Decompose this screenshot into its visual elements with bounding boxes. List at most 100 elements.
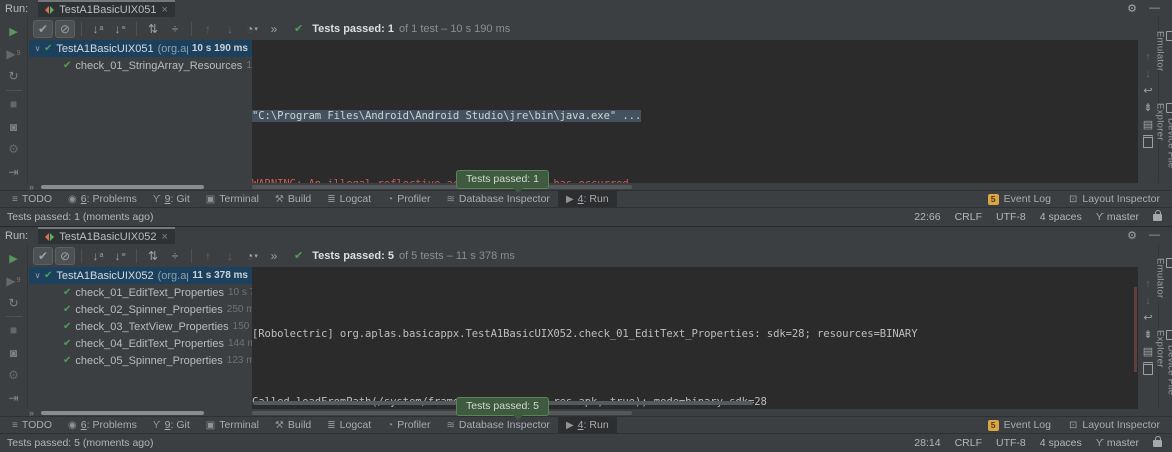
minimize-icon[interactable]: — [1149, 2, 1160, 15]
run-tab[interactable]: TestA1BasicUIX052 × [38, 227, 175, 244]
test-tree-root[interactable]: ∨ ✔ TestA1BasicUIX051 (org.aplas.basica … [29, 40, 252, 57]
test-history-icon[interactable]: ◔▾ [242, 247, 262, 265]
camera-icon[interactable]: ◙ [0, 342, 27, 364]
test-tree-item[interactable]: ✔ check_01_EditText_Properties 10 s 711 … [29, 284, 252, 301]
toolwindow-button[interactable]: ≋ Database Inspector [438, 191, 557, 207]
close-tab-icon[interactable]: × [161, 4, 167, 16]
event-log-button[interactable]: 5 Event Log [988, 419, 1051, 431]
emulator-toolwindow-button[interactable]: Emulator [1155, 31, 1172, 73]
toolwindow-button[interactable]: ◔ Profiler [379, 417, 438, 433]
expand-all-icon[interactable]: ⇅ [143, 20, 163, 38]
test-history-icon[interactable]: ◔▾ [242, 20, 262, 38]
git-branch-widget[interactable]: ϒmaster [1096, 211, 1139, 223]
toggle-auto-test-icon[interactable]: ↻ [0, 65, 27, 88]
stop-icon[interactable]: ■ [0, 93, 27, 116]
clear-console-icon[interactable] [1143, 133, 1153, 150]
test-settings-icon[interactable]: ⚙ [0, 364, 27, 386]
scroll-to-end-icon[interactable]: ⇟ [1143, 326, 1152, 343]
console-horizontal-scrollbar[interactable] [252, 185, 632, 189]
show-passed-icon[interactable]: ✔ [33, 20, 53, 38]
toolwindow-button[interactable]: ▶ 4 Run [558, 191, 617, 207]
toolwindow-button[interactable]: ◉ 6 Problems [60, 191, 145, 207]
sort-alphabetically-icon[interactable]: ↓a [88, 20, 108, 38]
rerun-icon[interactable]: ▶ [0, 20, 27, 43]
lock-icon[interactable] [1153, 440, 1162, 447]
toolwindow-button[interactable]: ≡ TODO [4, 191, 60, 207]
gear-icon[interactable]: ⚙ [1127, 229, 1137, 242]
next-occurrence-icon[interactable]: ↓ [220, 247, 240, 265]
toolwindow-button[interactable]: ▣ Terminal [198, 417, 267, 433]
test-settings-icon[interactable]: ⚙ [0, 138, 27, 161]
next-occurrence-icon[interactable]: ↓ [220, 20, 240, 38]
scroll-to-end-icon[interactable]: ⇟ [1143, 99, 1152, 116]
console-horizontal-scrollbar[interactable] [252, 411, 632, 415]
previous-occurrence-icon[interactable]: ↑ [198, 20, 218, 38]
device-file-explorer-toolwindow-button[interactable]: Device File Explorer [1155, 103, 1172, 183]
line-ending-indicator[interactable]: CRLF [955, 211, 982, 223]
git-branch-widget[interactable]: ϒmaster [1096, 437, 1139, 449]
toolwindow-button[interactable]: ≣ Logcat [319, 417, 379, 433]
encoding-indicator[interactable]: UTF-8 [996, 437, 1026, 449]
minimize-icon[interactable]: — [1149, 229, 1160, 242]
expand-all-icon[interactable]: ⇅ [143, 247, 163, 265]
toolwindow-button[interactable]: ϒ 9 Git [145, 191, 198, 207]
collapse-all-icon[interactable]: ÷ [165, 247, 185, 265]
console-vertical-scrollbar[interactable] [1134, 287, 1137, 372]
down-arrow-icon[interactable]: ↓ [1145, 292, 1151, 309]
chevron-down-icon[interactable]: ∨ [31, 271, 44, 280]
show-passed-icon[interactable]: ✔ [33, 247, 53, 265]
lock-icon[interactable] [1153, 214, 1162, 221]
import-test-results-icon[interactable]: ⇥ [0, 160, 27, 183]
toolwindow-button[interactable]: ϒ 9 Git [145, 417, 198, 433]
down-arrow-icon[interactable]: ↓ [1145, 65, 1151, 82]
emulator-toolwindow-button[interactable]: Emulator [1155, 258, 1172, 300]
layout-inspector-button[interactable]: ⊡ Layout Inspector [1069, 193, 1160, 205]
up-arrow-icon[interactable]: ↑ [1145, 275, 1151, 292]
toolwindow-button[interactable]: ≣ Logcat [319, 191, 379, 207]
print-icon[interactable]: ▤ [1143, 343, 1153, 360]
sort-alphabetically-icon[interactable]: ↓a [88, 247, 108, 265]
sort-by-duration-icon[interactable]: ↓≡ [110, 247, 130, 265]
up-arrow-icon[interactable]: ↑ [1145, 48, 1151, 65]
toolwindow-button[interactable]: ◉ 6 Problems [60, 417, 145, 433]
toolwindow-button[interactable]: ≡ TODO [4, 417, 60, 433]
rerun-failed-tests-icon[interactable]: ▶9 [0, 269, 27, 291]
toolwindow-button[interactable]: ⚒ Build [267, 191, 319, 207]
soft-wrap-icon[interactable]: ↩ [1143, 82, 1152, 99]
toolwindow-button[interactable]: ≋ Database Inspector [438, 417, 557, 433]
test-tree-item[interactable]: ✔ check_05_Spinner_Properties 123 ms [29, 352, 252, 369]
line-ending-indicator[interactable]: CRLF [955, 437, 982, 449]
toolwindow-button[interactable]: ◔ Profiler [379, 191, 438, 207]
gear-icon[interactable]: ⚙ [1127, 2, 1137, 15]
layout-inspector-button[interactable]: ⊡ Layout Inspector [1069, 419, 1160, 431]
test-tree-item[interactable]: ✔ check_01_StringArray_Resources 10 s 19… [29, 57, 252, 74]
event-log-button[interactable]: 5 Event Log [988, 193, 1051, 205]
rerun-icon[interactable]: ▶ [0, 247, 27, 269]
stop-icon[interactable]: ■ [0, 319, 27, 341]
indent-indicator[interactable]: 4 spaces [1040, 211, 1082, 223]
show-ignored-icon[interactable]: ⊘ [55, 20, 75, 38]
previous-occurrence-icon[interactable]: ↑ [198, 247, 218, 265]
clear-console-icon[interactable] [1143, 360, 1153, 377]
indent-indicator[interactable]: 4 spaces [1040, 437, 1082, 449]
run-tab[interactable]: TestA1BasicUIX051 × [38, 0, 175, 17]
test-tree-item[interactable]: ✔ check_04_EditText_Properties 144 ms [29, 335, 252, 352]
toolwindow-button[interactable]: ⚒ Build [267, 417, 319, 433]
toggle-auto-test-icon[interactable]: ↻ [0, 292, 27, 314]
toolwindow-button[interactable]: ▶ 4 Run [558, 417, 617, 433]
test-tree-item[interactable]: ✔ check_03_TextView_Properties 150 ms [29, 318, 252, 335]
encoding-indicator[interactable]: UTF-8 [996, 211, 1026, 223]
test-tree-item[interactable]: ✔ check_02_Spinner_Properties 250 ms [29, 301, 252, 318]
toolwindow-button[interactable]: ▣ Terminal [198, 191, 267, 207]
show-ignored-icon[interactable]: ⊘ [55, 247, 75, 265]
print-icon[interactable]: ▤ [1143, 116, 1153, 133]
caret-position[interactable]: 22:66 [914, 211, 940, 223]
close-tab-icon[interactable]: × [161, 231, 167, 243]
test-tree-root[interactable]: ∨ ✔ TestA1BasicUIX052 (org.aplas.basica … [29, 267, 252, 284]
import-test-results-icon[interactable]: ⇥ [0, 387, 27, 409]
tree-horizontal-scrollbar[interactable] [41, 411, 204, 415]
camera-icon[interactable]: ◙ [0, 115, 27, 138]
chevron-down-icon[interactable]: ∨ [31, 44, 44, 53]
tree-horizontal-scrollbar[interactable] [41, 185, 204, 189]
rerun-failed-tests-icon[interactable]: ▶9 [0, 43, 27, 66]
